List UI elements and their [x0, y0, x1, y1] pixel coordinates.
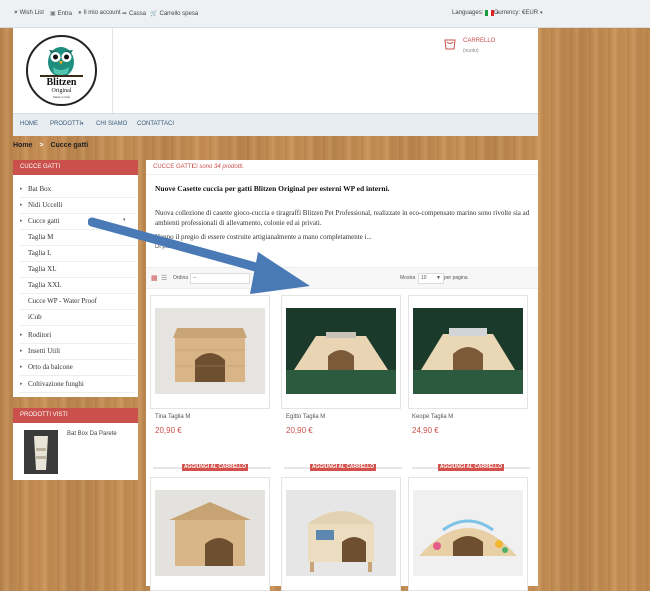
add-to-cart-button-3[interactable]: AGGIUNGI AL CARRELLO [438, 464, 504, 471]
category-panel-title: CUCCE GATTI [13, 160, 138, 175]
cat-house-image [413, 490, 523, 576]
bullet-icon: ▸ [20, 364, 23, 370]
caret-down-icon: ▾ [81, 121, 84, 127]
cat-house-image [413, 308, 523, 394]
cat-house-image [155, 490, 265, 576]
annotation-arrow-icon [88, 217, 310, 294]
logo-wordmark: Blitzen [46, 77, 77, 88]
header-cart-status: (vuoto) [463, 48, 479, 54]
add-to-cart-button-1[interactable]: AGGIUNGI AL CARRELLO [182, 464, 248, 471]
breadcrumb-current: Cucce gatti [50, 142, 89, 149]
sidebar-item-10[interactable]: Insetti Utili [28, 347, 60, 355]
shopping-bag-icon [444, 39, 456, 50]
category-divider [19, 343, 135, 344]
cat-house-image [286, 490, 396, 576]
product-name-3[interactable]: Keope Taglia M [412, 414, 453, 420]
category-divider [19, 359, 135, 360]
bullet-icon: ▸ [20, 381, 23, 387]
sidebar-item-2[interactable]: Cucce gatti [28, 217, 60, 225]
product-card-5[interactable] [281, 477, 401, 591]
sidebar-item-9[interactable]: Roditori [28, 331, 51, 339]
bat-box-thumbnail [24, 430, 58, 474]
product-image-3[interactable] [413, 308, 523, 394]
viewed-item-name[interactable]: Bat Box Da Parete [67, 431, 117, 437]
category-divider [19, 392, 135, 393]
sidebar-item-5[interactable]: Taglia XL [28, 265, 56, 273]
top-bar: ♥ Wish List ▣ Entra ● Il mio account ➦ Cassa… [0, 0, 650, 28]
nav-home[interactable]: HOME [20, 121, 38, 127]
account-link[interactable]: ● Il mio account [78, 10, 121, 16]
chevron-down-icon: ▾ [540, 10, 543, 16]
product-image-5[interactable] [286, 490, 396, 576]
breadcrumb: Home > Cucce gatti [13, 142, 89, 149]
main-nav: HOME PRODOTTI▾ CHI SIAMO CONTATTACI [13, 113, 538, 136]
heart-icon: ♥ [14, 10, 18, 16]
category-divider [19, 309, 135, 310]
bullet-icon: ▸ [20, 186, 23, 192]
cat-house-image [155, 308, 265, 394]
sidebar-item-3[interactable]: Taglia M [28, 233, 53, 241]
sidebar-item-6[interactable]: Taglia XXL [28, 281, 62, 289]
chevron-down-icon: ▼ [436, 275, 441, 281]
bullet-icon: ▸ [20, 332, 23, 338]
bullet-icon: ▸ [20, 348, 23, 354]
category-divider [19, 197, 135, 198]
header-cart-title: CARRELLO [463, 38, 496, 44]
sidebar-item-11[interactable]: Orto da balcone [28, 363, 73, 371]
product-card-4[interactable] [150, 477, 270, 591]
category-header: CUCCE GATTI Ci sono 34 prodotti. [146, 160, 538, 175]
product-card-1[interactable] [150, 295, 270, 409]
category-divider [19, 325, 135, 326]
user-icon: ● [78, 10, 82, 16]
login-link[interactable]: ▣ Entra [50, 10, 72, 18]
checkout-link[interactable]: ➦ Cassa [122, 10, 146, 18]
product-image-4[interactable] [155, 490, 265, 576]
cat-house-image [286, 308, 396, 394]
category-heading: Nuove Casette cuccia per gatti Blitzen O… [155, 184, 390, 193]
logo-subtitle: Original [51, 88, 72, 94]
product-image-2[interactable] [286, 308, 396, 394]
product-image-6[interactable] [413, 490, 523, 576]
wishlist-link[interactable]: ♥ Wish List [14, 10, 44, 16]
sidebar-item-1[interactable]: Nidi Uccelli [28, 201, 62, 209]
language-selector[interactable]: Languages: ▾ [452, 10, 499, 16]
cart-link[interactable]: 🛒 Carrello spesa [150, 10, 198, 18]
site-logo[interactable]: Blitzen Original Made in Italy [26, 35, 97, 106]
product-price-3: 24,90 € [412, 426, 439, 435]
logo-tagline: Made in Italy [52, 95, 70, 99]
sidebar-item-8[interactable]: iCub [28, 313, 42, 321]
breadcrumb-home[interactable]: Home [13, 142, 32, 149]
currency-selector[interactable]: Currency: €EUR ▾ [494, 10, 543, 16]
sidebar-item-7[interactable]: Cucce WP - Water Proof [28, 297, 97, 305]
nav-products[interactable]: PRODOTTI▾ [50, 121, 84, 127]
product-price-2: 20,90 € [286, 426, 313, 435]
nav-contacts[interactable]: CONTATTACI [137, 121, 174, 127]
category-divider [19, 375, 135, 376]
product-name-1[interactable]: Tina Taglia M [155, 414, 190, 420]
product-image-1[interactable] [155, 308, 265, 394]
sidebar-item-12[interactable]: Coltivazione funghi [28, 380, 84, 388]
product-count: Ci sono 34 prodotti. [192, 164, 245, 170]
bullet-icon: ▸ [20, 202, 23, 208]
sidebar-item-0[interactable]: Bat Box [28, 185, 51, 193]
viewed-panel-title: PRODOTTI VISTI [13, 408, 138, 423]
bullet-icon: ▸ [20, 218, 23, 224]
category-name: CUCCE GATTI [153, 164, 194, 170]
product-card-3[interactable] [408, 295, 528, 409]
cart-icon: 🛒 [150, 11, 158, 17]
per-page-select[interactable]: 10 ▼ [418, 273, 444, 284]
nav-about[interactable]: CHI SIAMO [96, 121, 127, 127]
viewed-panel: PRODOTTI VISTI Bat Box Da Parete [13, 408, 138, 480]
lock-icon: ▣ [50, 11, 56, 17]
product-name-2[interactable]: Egitto Taglia M [286, 414, 325, 420]
product-card-2[interactable] [281, 295, 401, 409]
sidebar-item-4[interactable]: Taglia L [28, 249, 51, 257]
header-divider [112, 28, 113, 113]
share-icon: ➦ [122, 11, 128, 17]
product-price-1: 20,90 € [155, 426, 182, 435]
product-card-6[interactable] [408, 477, 528, 591]
add-to-cart-button-2[interactable]: AGGIUNGI AL CARRELLO [310, 464, 376, 471]
